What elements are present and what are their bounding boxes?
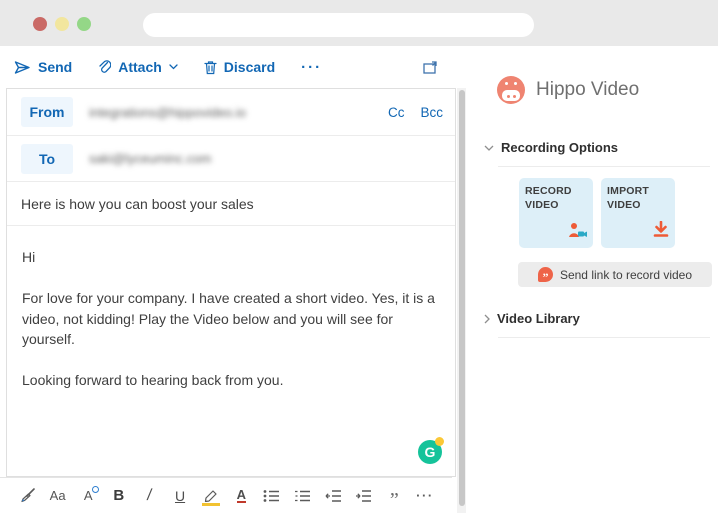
font-size-icon[interactable]: A [77, 485, 99, 507]
grammarly-button[interactable]: G [418, 440, 442, 464]
cc-button[interactable]: Cc [388, 105, 405, 120]
speech-bubble-quote-icon: ” [538, 267, 553, 282]
font-color-icon[interactable]: A [230, 485, 252, 507]
download-arrow-icon [653, 221, 669, 243]
email-compose-pane: Send Attach Discard ··· [0, 46, 466, 513]
chevron-right-icon [484, 314, 490, 324]
bold-icon[interactable]: B [108, 485, 130, 507]
message-body-editor[interactable]: Hi For love for your company. I have cre… [7, 226, 455, 476]
bcc-button[interactable]: Bcc [420, 105, 443, 120]
recording-options-section-toggle[interactable]: Recording Options [484, 140, 718, 155]
subject-input[interactable]: Here is how you can boost your sales [21, 196, 443, 212]
send-button[interactable]: Send [14, 59, 72, 75]
decrease-indent-icon[interactable] [322, 485, 344, 507]
body-paragraph: For love for your company. I have create… [22, 288, 439, 349]
chevron-down-icon [169, 64, 178, 70]
highlight-icon[interactable] [200, 485, 222, 507]
record-person-camera-icon [565, 221, 587, 243]
body-paragraph: Hi [22, 247, 439, 267]
bullet-list-icon[interactable] [261, 485, 283, 507]
to-row: To saki@lyceuminc.com [7, 136, 455, 182]
to-address[interactable]: saki@lyceuminc.com [89, 151, 211, 166]
chevron-down-icon [484, 145, 494, 151]
body-paragraph: Looking forward to hearing back from you… [22, 370, 439, 390]
from-button[interactable]: From [21, 97, 73, 127]
hippo-video-logo-icon [497, 76, 525, 104]
browser-titlebar [0, 0, 718, 46]
quote-icon[interactable]: ” [383, 485, 405, 507]
app-window: Send Attach Discard ··· [0, 0, 718, 513]
subject-row: Here is how you can boost your sales [7, 182, 455, 226]
numbered-list-icon[interactable] [291, 485, 313, 507]
import-video-card[interactable]: IMPORT VIDEO [601, 178, 675, 248]
formatting-toolbar: Aa A B / U A ” ··· [0, 477, 452, 513]
divider [498, 337, 710, 338]
grammarly-notification-dot [435, 437, 444, 446]
panel-title: Hippo Video [536, 79, 639, 101]
divider [498, 166, 710, 167]
underline-icon[interactable]: U [169, 485, 191, 507]
scrollbar-thumb[interactable] [459, 90, 465, 506]
discard-button[interactable]: Discard [204, 59, 275, 75]
compose-toolbar: Send Attach Discard ··· [0, 46, 466, 88]
close-window-button[interactable] [33, 17, 47, 31]
record-video-card[interactable]: RECORD VIDEO [519, 178, 593, 248]
send-link-to-record-button[interactable]: ” Send link to record video [518, 262, 712, 287]
to-button[interactable]: To [21, 144, 73, 174]
font-name-icon[interactable]: Aa [47, 485, 69, 507]
minimize-window-button[interactable] [55, 17, 69, 31]
address-bar[interactable] [143, 13, 534, 37]
from-address[interactable]: integrations@hippovideo.io [89, 105, 246, 120]
send-icon [14, 60, 31, 75]
zoom-window-button[interactable] [77, 17, 91, 31]
paperclip-icon [98, 59, 111, 75]
video-library-section-toggle[interactable]: Video Library [484, 311, 718, 326]
from-row: From integrations@hippovideo.io Cc Bcc [7, 89, 455, 136]
increase-indent-icon[interactable] [353, 485, 375, 507]
vertical-scrollbar[interactable] [457, 88, 466, 513]
compose-card: From integrations@hippovideo.io Cc Bcc T… [6, 88, 456, 477]
toolbar-more-button[interactable]: ··· [301, 59, 322, 76]
trash-icon [204, 60, 217, 75]
format-painter-icon[interactable] [16, 485, 38, 507]
format-more-icon[interactable]: ··· [414, 485, 436, 507]
italic-icon[interactable]: / [138, 485, 160, 507]
open-in-new-window-icon[interactable] [423, 61, 438, 74]
hippo-video-panel: Hippo Video Recording Options RECORD VID… [478, 46, 718, 513]
attach-button[interactable]: Attach [98, 59, 178, 75]
